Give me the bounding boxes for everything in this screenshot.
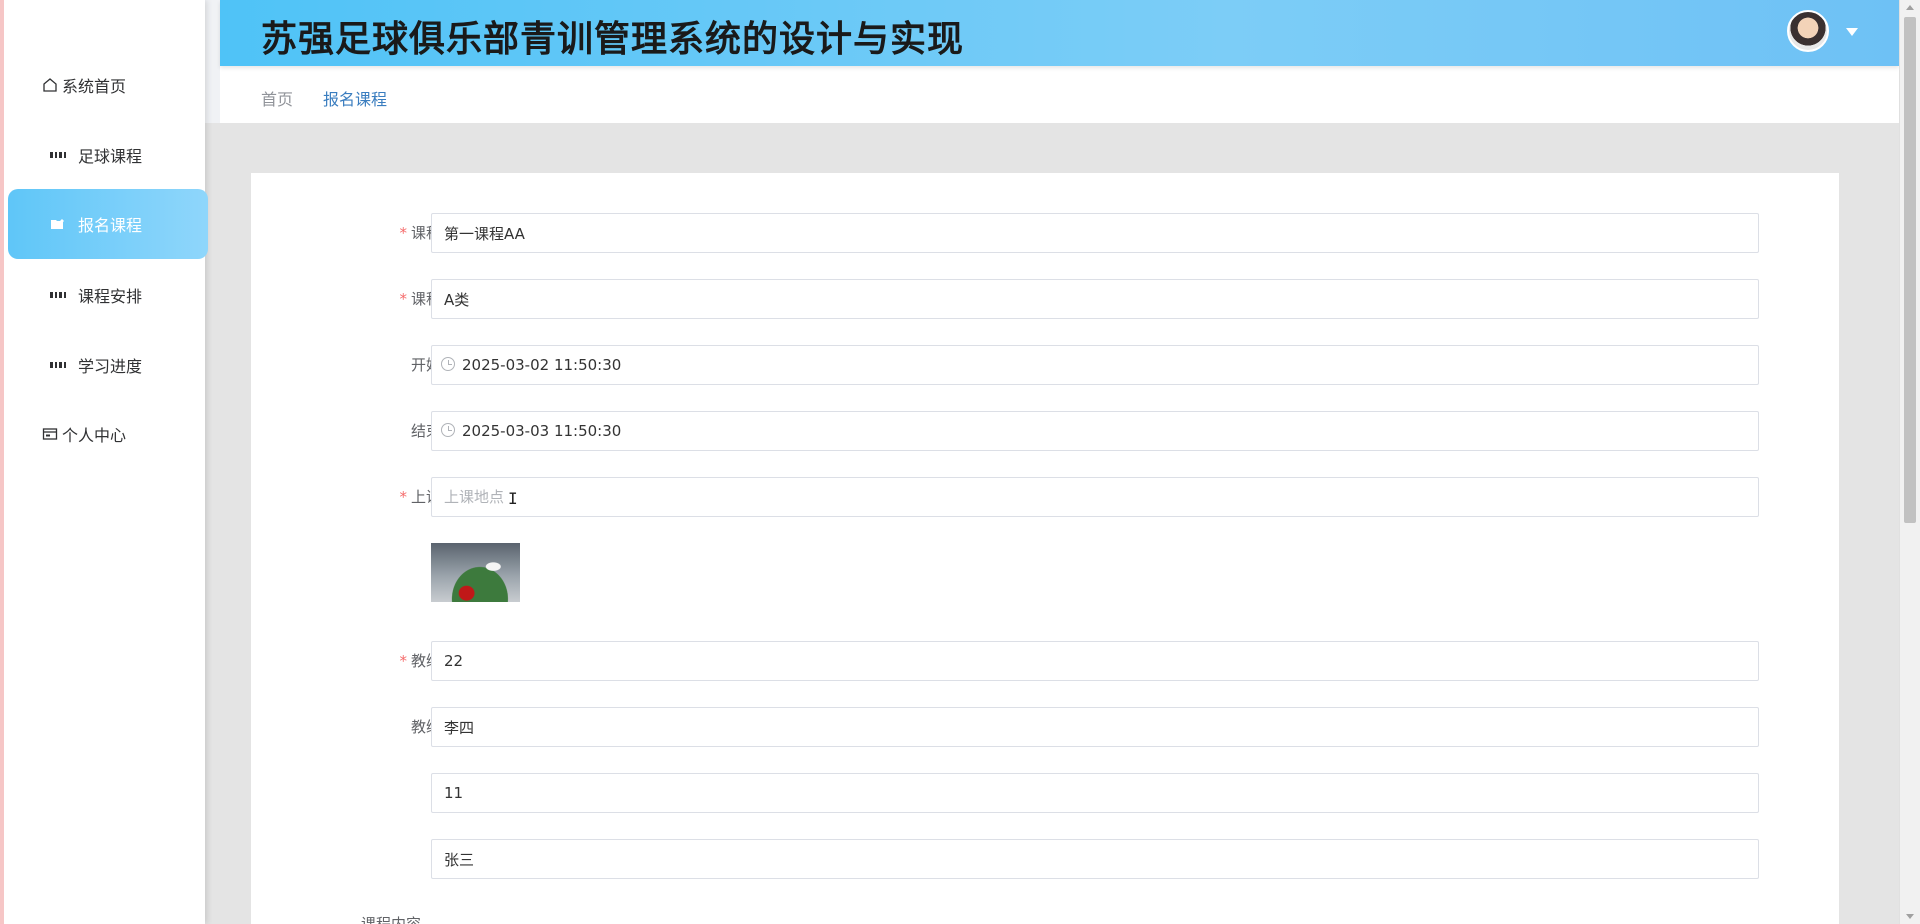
page-title: 苏强足球俱乐部青训管理系统的设计与实现 xyxy=(261,19,965,60)
form-row-end-time: 结束时间 xyxy=(251,411,1839,451)
grid-icon xyxy=(50,147,66,163)
top-header: 苏强足球俱乐部青训管理系统的设计与实现 xyxy=(220,0,1899,66)
required-mark: * xyxy=(399,290,407,308)
field-label-course-content: 课程内容 xyxy=(361,915,422,924)
required-mark: * xyxy=(399,652,407,670)
cover-image[interactable] xyxy=(431,543,520,602)
scrollbar-thumb[interactable] xyxy=(1904,17,1916,523)
breadcrumb: 首页 报名课程 xyxy=(220,66,1899,123)
sidebar-item-home[interactable]: 系统首页 xyxy=(8,50,208,120)
scroll-up-icon[interactable] xyxy=(1906,5,1914,10)
sidebar: 系统首页 足球课程 报名课程 课程安排 学习进度 个人中心 xyxy=(0,0,208,924)
course-category-input[interactable] xyxy=(431,279,1759,319)
end-time-picker[interactable] xyxy=(431,411,1759,451)
form-row-location: * 上课地点 xyxy=(251,477,1839,517)
breadcrumb-home[interactable]: 首页 xyxy=(261,86,293,110)
required-mark: * xyxy=(399,224,407,242)
clock-icon xyxy=(441,423,455,437)
sidebar-item-enroll-courses[interactable]: 报名课程 xyxy=(8,189,208,259)
form-row-start-time: 开始时间 xyxy=(251,345,1839,385)
student-id-input[interactable] xyxy=(431,773,1759,813)
scrollbar[interactable] xyxy=(1899,0,1920,924)
form-row-cover: 封面 xyxy=(251,543,1839,603)
form-row-coach-account: *教练账号 xyxy=(251,641,1839,681)
form-card: *课程名称 *课程分类 开始时间 结束时间 *上课地点 封面 *教练账号 xyxy=(251,173,1839,924)
breadcrumb-current: 报名课程 xyxy=(323,90,388,109)
folder-icon xyxy=(50,216,66,232)
required-mark: * xyxy=(399,488,407,506)
clock-icon xyxy=(441,357,455,371)
name-input[interactable] xyxy=(431,839,1759,879)
sidebar-item-label: 学习进度 xyxy=(78,357,143,376)
sidebar-item-label: 足球课程 xyxy=(78,147,143,166)
form-row-course-name: *课程名称 xyxy=(251,213,1839,253)
wallet-icon xyxy=(42,426,58,442)
form-row-coach-name: 教练姓名 xyxy=(251,707,1839,747)
sidebar-item-learning-progress[interactable]: 学习进度 xyxy=(8,330,208,400)
scroll-down-icon[interactable] xyxy=(1906,914,1914,919)
grid-icon xyxy=(50,357,66,373)
form-row-course-category: *课程分类 xyxy=(251,279,1839,319)
text-cursor-icon: I xyxy=(508,489,518,508)
sidebar-item-label: 课程安排 xyxy=(78,287,143,306)
course-name-input[interactable] xyxy=(431,213,1759,253)
coach-name-input[interactable] xyxy=(431,707,1759,747)
main-content: *课程名称 *课程分类 开始时间 结束时间 *上课地点 封面 *教练账号 xyxy=(205,123,1899,924)
sidebar-item-course-schedule[interactable]: 课程安排 xyxy=(8,260,208,330)
sidebar-item-label: 个人中心 xyxy=(62,426,127,445)
home-icon xyxy=(42,77,58,93)
avatar[interactable] xyxy=(1787,10,1829,52)
coach-account-input[interactable] xyxy=(431,641,1759,681)
sidebar-item-label: 系统首页 xyxy=(62,77,127,96)
form-row-student-id: 学号 xyxy=(251,773,1839,813)
start-time-picker[interactable] xyxy=(431,345,1759,385)
sidebar-item-football-courses[interactable]: 足球课程 xyxy=(8,120,208,190)
grid-icon xyxy=(50,287,66,303)
location-input[interactable] xyxy=(431,477,1759,517)
chevron-down-icon[interactable] xyxy=(1846,28,1858,36)
sidebar-item-personal-center[interactable]: 个人中心 xyxy=(8,399,208,469)
sidebar-item-label: 报名课程 xyxy=(78,216,143,235)
form-row-name: 姓名 xyxy=(251,839,1839,879)
